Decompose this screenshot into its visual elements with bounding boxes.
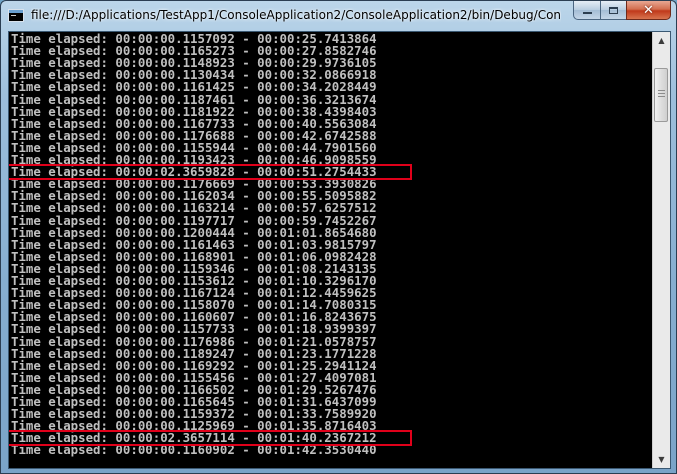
console-window: file:///D:/Applications/TestApp1/Console… xyxy=(0,0,677,474)
console-client-area: Time elapsed: 00:00:00.1157092 - 00:00:2… xyxy=(8,31,671,469)
maximize-button[interactable] xyxy=(600,1,626,20)
console-app-icon[interactable] xyxy=(8,9,24,22)
close-icon: ✕ xyxy=(643,2,654,18)
console-output[interactable]: Time elapsed: 00:00:00.1157092 - 00:00:2… xyxy=(9,32,652,468)
scroll-up-button[interactable]: ▲ xyxy=(653,32,670,49)
caption-buttons: ✕ xyxy=(573,1,671,21)
scroll-up-arrow-icon: ▲ xyxy=(658,36,665,45)
window-title: file:///D:/Applications/TestApp1/Console… xyxy=(31,8,561,22)
minimize-button[interactable] xyxy=(573,1,600,20)
close-button[interactable]: ✕ xyxy=(626,1,671,20)
vertical-scrollbar[interactable]: ▲ ▼ xyxy=(652,32,670,468)
minimize-icon xyxy=(582,12,592,14)
title-bar[interactable]: file:///D:/Applications/TestApp1/Console… xyxy=(1,1,676,31)
maximize-icon xyxy=(609,6,618,14)
console-line: Time elapsed: 00:00:00.1160902 - 00:01:4… xyxy=(11,442,377,458)
scroll-down-button[interactable]: ▼ xyxy=(653,451,670,468)
scrollbar-thumb[interactable] xyxy=(654,68,668,122)
scroll-down-arrow-icon: ▼ xyxy=(658,455,665,464)
